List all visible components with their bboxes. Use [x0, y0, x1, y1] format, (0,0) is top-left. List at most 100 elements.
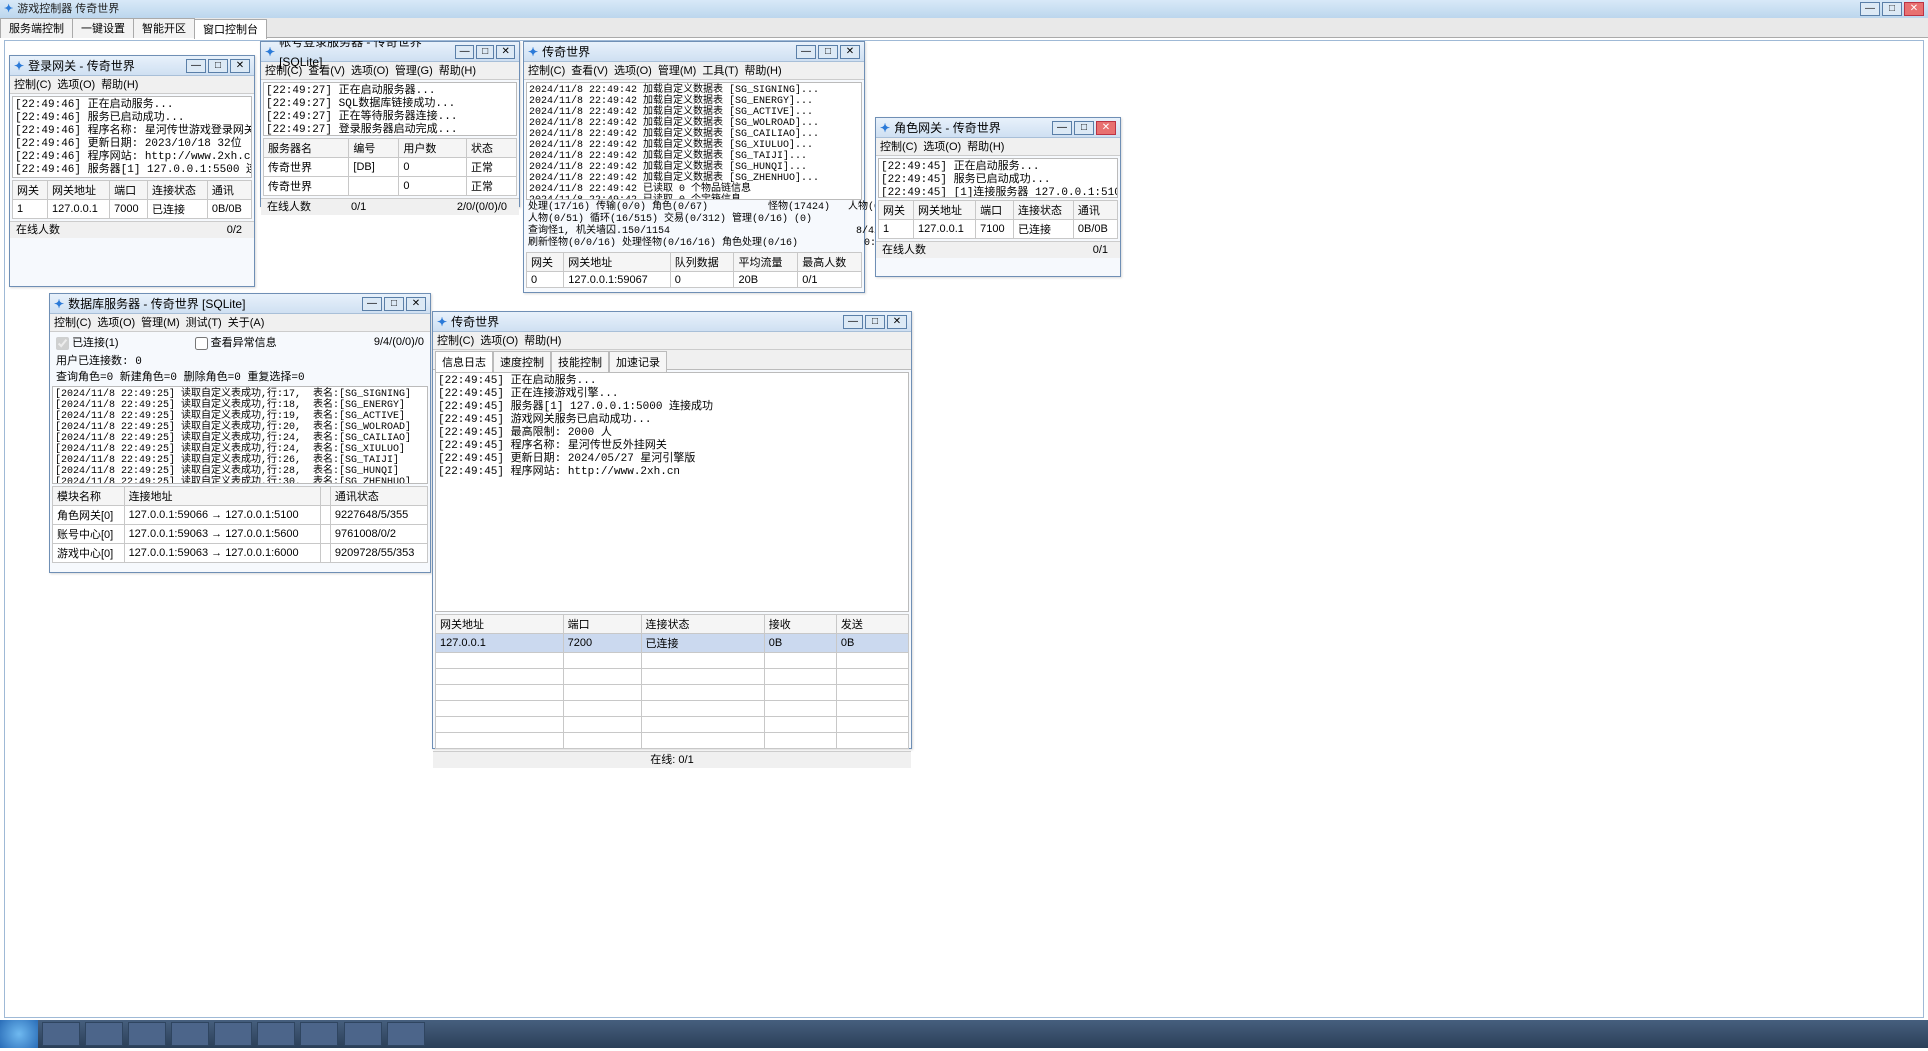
taskbar-item[interactable] [387, 1022, 425, 1046]
menu-item[interactable]: 管理(G) [395, 65, 433, 77]
table-header: 通讯状态 [330, 487, 427, 506]
main-tab[interactable]: 窗口控制台 [194, 19, 267, 39]
window-titlebar[interactable]: ✦ 数据库服务器 - 传奇世界 [SQLite] — □ ✕ [50, 294, 430, 314]
maximize-button[interactable]: □ [818, 45, 838, 59]
plugin-tab[interactable]: 速度控制 [493, 351, 551, 372]
menu-item[interactable]: 选项(O) [97, 317, 135, 329]
taskbar-item[interactable] [128, 1022, 166, 1046]
menubar[interactable]: 控制(C) 选项(O) 帮助(H) [433, 332, 911, 350]
taskbar-item[interactable] [300, 1022, 338, 1046]
os-taskbar[interactable] [0, 1020, 1928, 1048]
maximize-button[interactable]: □ [384, 297, 404, 311]
start-button[interactable] [0, 1020, 38, 1048]
minimize-button[interactable]: — [843, 315, 863, 329]
menu-item[interactable]: 选项(O) [614, 65, 652, 77]
minimize-button[interactable]: — [186, 59, 206, 73]
menubar[interactable]: 控制(C) 选项(O) 帮助(H) [876, 138, 1120, 156]
window-titlebar[interactable]: ✦ 传奇世界 — □ ✕ [433, 312, 911, 332]
menubar[interactable]: 控制(C) 查看(V) 选项(O) 管理(G) 帮助(H) [261, 62, 519, 80]
minimize-button[interactable]: — [796, 45, 816, 59]
menu-item[interactable]: 帮助(H) [524, 335, 561, 347]
menu-item[interactable]: 管理(M) [141, 317, 180, 329]
menu-item[interactable]: 查看(V) [308, 65, 345, 77]
menubar[interactable]: 控制(C) 选项(O) 帮助(H) [10, 76, 254, 94]
menu-item[interactable]: 帮助(H) [744, 65, 781, 77]
taskbar-item[interactable] [85, 1022, 123, 1046]
taskbar-item[interactable] [344, 1022, 382, 1046]
table-row[interactable]: 127.0.0.17200已连接0B0B [436, 634, 909, 653]
maximize-button[interactable]: □ [208, 59, 228, 73]
menu-item[interactable]: 帮助(H) [967, 141, 1004, 153]
main-tab[interactable]: 智能开区 [133, 18, 195, 38]
plugin-tab[interactable]: 技能控制 [551, 351, 609, 372]
table-row[interactable]: 角色网关[0]127.0.0.1:59066 → 127.0.0.1:51009… [53, 506, 428, 525]
table-row[interactable]: 1127.0.0.17000已连接0B/0B [13, 200, 252, 219]
maximize-button[interactable]: □ [865, 315, 885, 329]
menu-item[interactable]: 控制(C) [265, 65, 302, 77]
menu-item[interactable]: 控制(C) [14, 79, 51, 91]
menu-item[interactable]: 控制(C) [437, 335, 474, 347]
menu-item[interactable]: 控制(C) [880, 141, 917, 153]
taskbar-item[interactable] [214, 1022, 252, 1046]
table-header: 网关 [527, 253, 564, 272]
table-header: 端口 [976, 201, 1014, 220]
menu-item[interactable]: 选项(O) [923, 141, 961, 153]
taskbar-item[interactable] [171, 1022, 209, 1046]
window-titlebar[interactable]: ✦ 登录网关 - 传奇世界 — □ ✕ [10, 56, 254, 76]
maximize-button[interactable]: □ [476, 45, 495, 59]
table-row [436, 669, 909, 685]
menu-item[interactable]: 控制(C) [54, 317, 91, 329]
table-row[interactable]: 游戏中心[0]127.0.0.1:59063 → 127.0.0.1:60009… [53, 544, 428, 563]
menu-item[interactable]: 选项(O) [480, 335, 518, 347]
menu-item[interactable]: 控制(C) [528, 65, 565, 77]
menu-item[interactable]: 帮助(H) [101, 79, 138, 91]
minimize-button[interactable]: — [1052, 121, 1072, 135]
status-online: 在线: 0/1 [650, 753, 693, 767]
taskbar-item[interactable] [257, 1022, 295, 1046]
main-tab[interactable]: 服务端控制 [0, 18, 73, 38]
main-tab[interactable]: 一键设置 [72, 18, 134, 38]
close-button[interactable]: ✕ [496, 45, 515, 59]
plugin-tab[interactable]: 信息日志 [435, 351, 493, 372]
menu-item[interactable]: 工具(T) [702, 65, 738, 77]
table-row[interactable]: 0127.0.0.1:59067020B0/1 [527, 272, 862, 288]
table-row[interactable]: 传奇世界0正常 [264, 177, 517, 196]
maximize-button[interactable]: □ [1882, 2, 1902, 16]
window-titlebar[interactable]: ✦ 传奇世界 — □ ✕ [524, 42, 864, 62]
minimize-button[interactable]: — [455, 45, 474, 59]
table-header: 编号 [349, 139, 399, 158]
plugin-tab[interactable]: 加速记录 [609, 351, 667, 372]
menu-item[interactable]: 选项(O) [351, 65, 389, 77]
abnormal-checkbox[interactable]: 查看异常信息 [195, 334, 277, 350]
connected-checkbox[interactable]: 已连接(1) [56, 334, 119, 350]
window-title: 传奇世界 [542, 42, 590, 62]
menu-item[interactable]: 选项(O) [57, 79, 95, 91]
close-button[interactable]: ✕ [1904, 2, 1924, 16]
gateway-table: 网关网关地址端口连接状态通讯1127.0.0.17000已连接0B/0B [12, 180, 252, 219]
status-online-count: 0/1 [1093, 243, 1108, 257]
window-titlebar[interactable]: ✦ 帐号登录服务器 - 传奇世界 [SQLite] — □ ✕ [261, 42, 519, 62]
table-row[interactable]: 传奇世界[DB]0正常 [264, 158, 517, 177]
table-row[interactable]: 1127.0.0.17100已连接0B/0B [879, 220, 1118, 239]
table-header [320, 487, 330, 506]
menu-item[interactable]: 关于(A) [228, 317, 265, 329]
close-button[interactable]: ✕ [887, 315, 907, 329]
close-button[interactable]: ✕ [230, 59, 250, 73]
table-row[interactable]: 账号中心[0]127.0.0.1:59063 → 127.0.0.1:56009… [53, 525, 428, 544]
close-button[interactable]: ✕ [406, 297, 426, 311]
app-icon: ✦ [14, 56, 24, 76]
log-output: [22:49:27] 正在启动服务器... [22:49:27] SQL数据库链… [263, 82, 517, 136]
window-titlebar[interactable]: ✦ 角色网关 - 传奇世界 — □ ✕ [876, 118, 1120, 138]
maximize-button[interactable]: □ [1074, 121, 1094, 135]
minimize-button[interactable]: — [362, 297, 382, 311]
menu-item[interactable]: 查看(V) [571, 65, 608, 77]
close-button[interactable]: ✕ [1096, 121, 1116, 135]
menu-item[interactable]: 管理(M) [658, 65, 697, 77]
menubar[interactable]: 控制(C) 选项(O) 管理(M) 测试(T) 关于(A) [50, 314, 430, 332]
taskbar-item[interactable] [42, 1022, 80, 1046]
menu-item[interactable]: 测试(T) [186, 317, 222, 329]
menubar[interactable]: 控制(C) 查看(V) 选项(O) 管理(M) 工具(T) 帮助(H) [524, 62, 864, 80]
close-button[interactable]: ✕ [840, 45, 860, 59]
menu-item[interactable]: 帮助(H) [439, 65, 476, 77]
minimize-button[interactable]: — [1860, 2, 1880, 16]
